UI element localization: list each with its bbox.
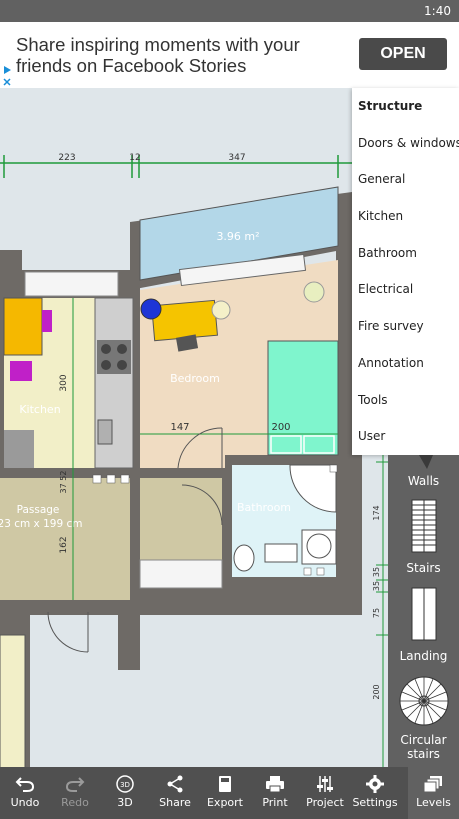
status-bar: 1:40 (0, 0, 459, 22)
kitchen-window[interactable] (24, 271, 119, 297)
fridge[interactable] (4, 430, 34, 468)
circular-stairs-icon (399, 676, 448, 726)
undo-icon (15, 777, 35, 792)
dim-12: 12 (129, 153, 140, 163)
dim-223: 223 (58, 153, 75, 163)
passage-label: Passage (17, 504, 60, 516)
dim-200-right: 200 (372, 684, 381, 699)
menu-item-doors-windows[interactable]: Doors & windows (352, 125, 459, 162)
menu-item-fire-survey[interactable]: Fire survey (352, 308, 459, 345)
dim-162: 162 (59, 536, 69, 553)
share-label: Share (159, 796, 191, 809)
bathroom-label: Bathroom (237, 501, 291, 514)
dim-200: 200 (271, 422, 290, 433)
passage-size-label: 23 cm x 199 cm (0, 518, 82, 530)
landing-icon (411, 587, 436, 641)
category-menu[interactable]: Structure Doors & windows General Kitche… (352, 88, 459, 455)
tool-circular-stairs-label: Circular stairs (400, 733, 447, 761)
menu-item-general[interactable]: General (352, 161, 459, 198)
chair[interactable] (42, 310, 52, 332)
menu-item-annotation[interactable]: Annotation (352, 345, 459, 382)
print-icon (266, 776, 284, 793)
export-icon (219, 776, 231, 792)
export-button[interactable]: Export (200, 767, 250, 819)
sink[interactable] (97, 419, 113, 445)
ad-banner[interactable]: Share inspiring moments with your friend… (0, 22, 459, 88)
lower-room[interactable] (0, 634, 26, 767)
menu-item-tools[interactable]: Tools (352, 382, 459, 419)
ad-choices-icon[interactable] (2, 65, 14, 87)
dim-147: 147 (170, 422, 189, 433)
export-label: Export (206, 796, 243, 809)
washbasin[interactable] (264, 543, 298, 563)
undo-button[interactable]: Undo (0, 767, 50, 819)
3d-label: 3D (117, 796, 133, 809)
redo-label: Redo (61, 796, 89, 809)
3d-icon: 3D (116, 775, 134, 793)
tool-circular-stairs[interactable]: Circular stairs (388, 675, 459, 765)
entry-door[interactable] (47, 611, 89, 653)
dim-174: 174 (372, 505, 381, 520)
levels-label: Levels (416, 796, 451, 809)
menu-item-user[interactable]: User (352, 418, 459, 455)
kitchen-table[interactable] (3, 297, 43, 356)
project-button[interactable]: Project (300, 767, 350, 819)
sliders-icon (317, 776, 333, 792)
stool[interactable] (211, 300, 231, 320)
closet[interactable] (139, 559, 223, 589)
gear-icon (366, 775, 384, 793)
toilet[interactable] (233, 544, 255, 572)
tool-walls[interactable]: Walls (388, 455, 459, 489)
menu-item-structure[interactable]: Structure (352, 88, 459, 125)
dim-37-52: 37 52 (59, 471, 68, 494)
tool-stairs[interactable]: Stairs (388, 499, 459, 577)
redo-icon (65, 777, 85, 792)
stove[interactable] (97, 340, 131, 374)
bedroom-label: Bedroom (170, 372, 220, 385)
bottom-toolbar: Undo Redo 3D 3D Share Export Print Proje… (0, 767, 459, 819)
share-button[interactable]: Share (150, 767, 200, 819)
clock: 1:40 (424, 4, 451, 18)
project-label: Project (306, 796, 344, 809)
dim-300: 300 (59, 374, 69, 391)
menu-item-kitchen[interactable]: Kitchen (352, 198, 459, 235)
tool-landing-label: Landing (399, 649, 448, 663)
layers-icon (423, 776, 442, 793)
print-button[interactable]: Print (250, 767, 300, 819)
ad-open-button[interactable]: OPEN (359, 38, 447, 70)
undo-label: Undo (10, 796, 40, 809)
dimension-top: 223 12 347 (0, 153, 352, 178)
3d-button[interactable]: 3D 3D (100, 767, 150, 819)
settings-button[interactable]: Settings (350, 767, 400, 819)
print-label: Print (262, 796, 288, 809)
menu-item-electrical[interactable]: Electrical (352, 271, 459, 308)
menu-item-bathroom[interactable]: Bathroom (352, 235, 459, 272)
plant[interactable] (303, 281, 325, 303)
balcony-area-label: 3.96 m² (216, 230, 259, 243)
tool-stairs-label: Stairs (406, 561, 441, 575)
lamp[interactable] (140, 298, 162, 320)
dim-347: 347 (228, 153, 245, 163)
walls-icon (418, 455, 433, 469)
tool-panel[interactable]: Walls Stairs Landing Circular stairs (388, 455, 459, 767)
dim-75: 75 (372, 608, 381, 618)
dim-35a: 35 (372, 567, 381, 577)
settings-label: Settings (352, 796, 398, 809)
chair[interactable] (10, 361, 32, 381)
levels-button[interactable]: Levels (408, 767, 459, 819)
stairs-icon (411, 499, 436, 553)
tool-walls-label: Walls (407, 474, 440, 488)
desk[interactable] (151, 299, 218, 342)
redo-button[interactable]: Redo (50, 767, 100, 819)
ad-text[interactable]: Share inspiring moments with your friend… (16, 34, 336, 76)
tool-landing[interactable]: Landing (388, 587, 459, 665)
share-icon (167, 775, 183, 793)
kitchen-label: Kitchen (19, 403, 60, 416)
dim-35b: 35 (372, 581, 381, 591)
svg-text:3D: 3D (120, 781, 130, 789)
